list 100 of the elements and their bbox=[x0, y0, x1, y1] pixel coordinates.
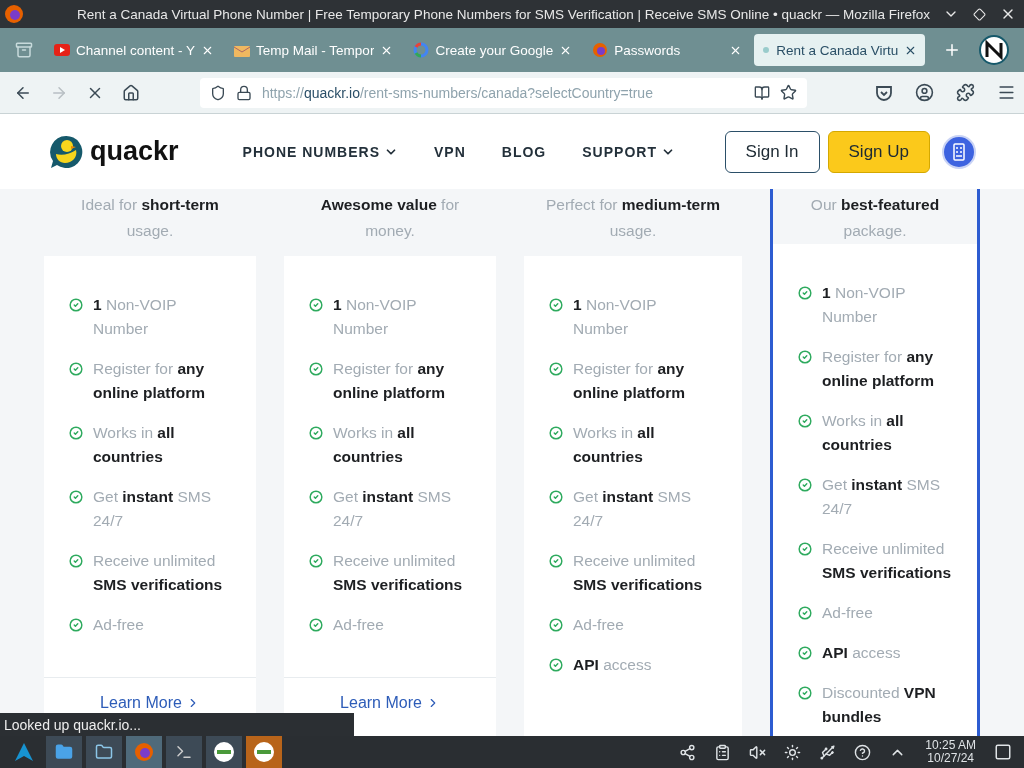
show-desktop-icon[interactable] bbox=[994, 743, 1012, 761]
feature-text: Register for any online platform bbox=[573, 359, 686, 403]
app-badge-icon[interactable] bbox=[213, 741, 235, 763]
learn-more-link[interactable]: Learn More bbox=[100, 694, 200, 712]
clock-date[interactable]: 10/27/24 bbox=[927, 752, 974, 765]
file-manager-icon[interactable] bbox=[95, 743, 113, 761]
extensions-icon[interactable] bbox=[956, 83, 976, 102]
feature-text: Ad-free bbox=[93, 615, 144, 635]
feature-text: Register for any online platform bbox=[822, 347, 935, 391]
app-badge-icon[interactable] bbox=[253, 741, 275, 763]
video-play-icon bbox=[54, 44, 70, 56]
check-circle-icon bbox=[798, 646, 812, 660]
site-logo-text[interactable]: quackr bbox=[90, 136, 179, 167]
muted-speaker-icon[interactable] bbox=[749, 743, 767, 761]
feature-text: Get instant SMS 24/7 bbox=[333, 487, 452, 531]
home-icon bbox=[121, 83, 140, 102]
feature-text: Receive unlimited SMS verifications bbox=[822, 539, 953, 583]
sign-in-button[interactable]: Sign In bbox=[724, 130, 820, 173]
nav-menu-item[interactable]: VPN bbox=[434, 143, 466, 160]
url-text: https://quackr.io/rent-sms-numbers/canada?selectCountry=true bbox=[261, 84, 654, 101]
check-circle-icon bbox=[69, 554, 83, 568]
check-circle-icon bbox=[549, 426, 563, 440]
check-circle-icon bbox=[549, 658, 563, 672]
feature-text: 1 Non-VOIP Number bbox=[333, 295, 418, 339]
shield-icon[interactable] bbox=[209, 84, 226, 101]
feature-text: Register for any online platform bbox=[93, 359, 206, 403]
phone-grid-icon[interactable] bbox=[942, 134, 976, 169]
maximize-icon[interactable] bbox=[973, 7, 986, 21]
feature-text: Ad-free bbox=[333, 615, 384, 635]
multicolor-circle-icon bbox=[413, 42, 430, 58]
envelope-icon bbox=[234, 43, 251, 57]
check-circle-icon bbox=[549, 298, 563, 312]
avatar-icon[interactable] bbox=[979, 35, 1010, 65]
check-circle-icon bbox=[549, 554, 563, 568]
feature-text: 1 Non-VOIP Number bbox=[93, 295, 178, 339]
feature-text: Register for any online platform bbox=[333, 359, 446, 403]
feature-text: Get instant SMS 24/7 bbox=[93, 487, 212, 531]
feature-text: Works in all countries bbox=[573, 423, 656, 467]
check-circle-icon bbox=[798, 350, 812, 364]
feature-text: Works in all countries bbox=[93, 423, 176, 467]
feature-text: Receive unlimited SMS verifications bbox=[93, 551, 224, 595]
nav-menu-item[interactable]: SUPPORT bbox=[582, 143, 675, 160]
check-circle-icon bbox=[549, 618, 563, 632]
check-circle-icon bbox=[798, 414, 812, 428]
network-share-icon[interactable] bbox=[679, 743, 697, 761]
check-circle-icon bbox=[798, 478, 812, 492]
folder-icon[interactable] bbox=[55, 743, 73, 761]
check-circle-icon bbox=[549, 362, 563, 376]
check-circle-icon bbox=[798, 686, 812, 700]
help-icon[interactable] bbox=[854, 743, 872, 761]
learn-more-link[interactable]: Learn More bbox=[340, 694, 440, 712]
feature-text: Works in all countries bbox=[333, 423, 416, 467]
feature-text: Ad-free bbox=[573, 615, 624, 635]
check-circle-icon bbox=[69, 618, 83, 632]
account-icon[interactable] bbox=[915, 83, 935, 102]
brightness-icon[interactable] bbox=[784, 743, 802, 761]
lock-icon[interactable] bbox=[235, 84, 252, 101]
feature-text: Receive unlimited SMS verifications bbox=[573, 551, 704, 595]
pocket-icon[interactable] bbox=[875, 83, 894, 102]
menu-icon[interactable] bbox=[997, 83, 1016, 102]
check-circle-icon bbox=[309, 490, 323, 504]
nav-menu-item[interactable]: BLOG bbox=[501, 143, 547, 160]
feature-text: API access bbox=[573, 655, 652, 675]
feature-text: 1 Non-VOIP Number bbox=[822, 283, 907, 327]
plan-description: Ideal for short-term usage. bbox=[80, 195, 220, 241]
check-circle-icon bbox=[549, 490, 563, 504]
feature-text: Receive unlimited SMS verifications bbox=[333, 551, 464, 595]
duck-logo-icon bbox=[48, 133, 84, 170]
sign-up-button[interactable]: Sign Up bbox=[827, 130, 930, 173]
clipboard-icon[interactable] bbox=[714, 743, 732, 761]
check-circle-icon bbox=[309, 426, 323, 440]
feature-text: Discounted VPN bundles bbox=[822, 683, 937, 727]
check-circle-icon bbox=[309, 362, 323, 376]
check-circle-icon bbox=[69, 426, 83, 440]
browser-tab[interactable]: Rent a Canada Virtu bbox=[754, 34, 926, 66]
check-circle-icon bbox=[69, 362, 83, 376]
feature-text: Ad-free bbox=[822, 603, 873, 623]
address-bar[interactable]: https://quackr.io/rent-sms-numbers/canada?selectCountry=true bbox=[199, 77, 808, 108]
feature-text: Get instant SMS 24/7 bbox=[822, 475, 941, 519]
page-dot-icon bbox=[762, 46, 771, 54]
launcher-icon[interactable] bbox=[14, 742, 34, 762]
check-circle-icon bbox=[798, 286, 812, 300]
window-title: Rent a Canada Virtual Phone Number | Free Temporary Phone Numbers for SMS Verification | Receive SMS Online • quackr — Mozilla Firefox bbox=[75, 6, 932, 22]
nav-menu-item[interactable]: PHONE NUMBERS bbox=[242, 143, 398, 160]
plan-description: Our best-featured package. bbox=[809, 195, 941, 241]
reader-view-icon[interactable] bbox=[754, 84, 771, 101]
feature-text: Works in all countries bbox=[822, 411, 905, 455]
check-circle-icon bbox=[69, 490, 83, 504]
check-circle-icon bbox=[309, 298, 323, 312]
feature-text: Get instant SMS 24/7 bbox=[573, 487, 692, 531]
feature-text: 1 Non-VOIP Number bbox=[573, 295, 658, 339]
plan-description: Perfect for medium-term usage. bbox=[545, 195, 721, 241]
status-text: Looked up quackr.io... bbox=[0, 713, 354, 736]
check-circle-icon bbox=[798, 542, 812, 556]
check-circle-icon bbox=[69, 298, 83, 312]
clock-time[interactable]: 10:25 AM bbox=[925, 739, 976, 752]
bookmark-star-icon[interactable] bbox=[780, 84, 798, 101]
terminal-icon[interactable] bbox=[175, 743, 193, 761]
plan-description: Awesome value for money. bbox=[319, 195, 461, 241]
usb-icon[interactable] bbox=[819, 743, 837, 761]
